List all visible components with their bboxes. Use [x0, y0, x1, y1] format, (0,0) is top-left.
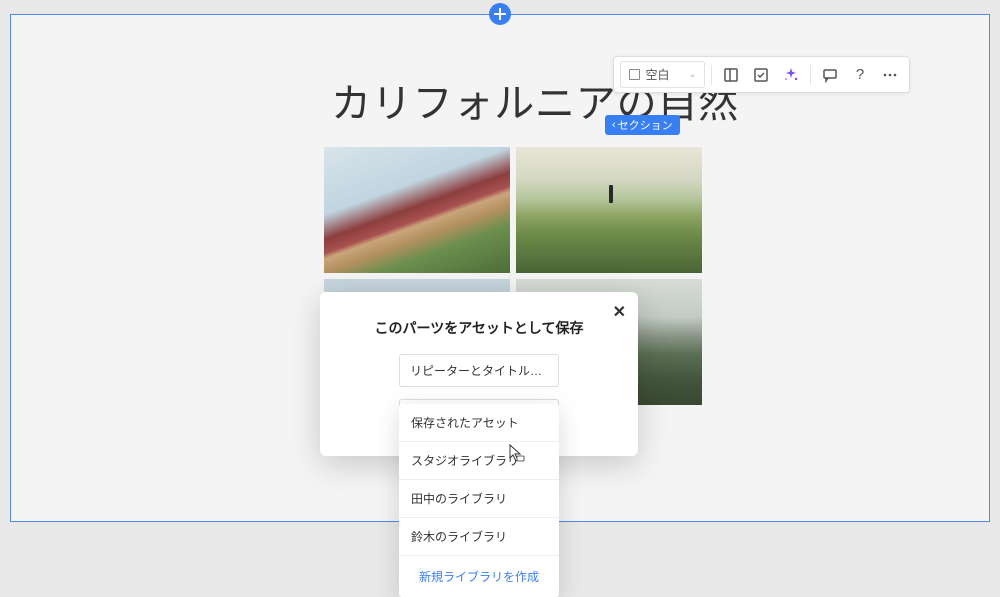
dropdown-item-suzuki-library[interactable]: 鈴木のライブラリ [399, 518, 559, 556]
destination-dropdown: 保存されたアセット スタジオライブラリ 田中のライブラリ 鈴木のライブラリ 新規… [399, 404, 559, 597]
create-new-library-link[interactable]: 新規ライブラリを作成 [399, 556, 559, 597]
dropdown-item-saved-assets[interactable]: 保存されたアセット [399, 404, 559, 442]
dropdown-item-studio-library[interactable]: スタジオライブラリ [399, 442, 559, 480]
dropdown-item-tanaka-library[interactable]: 田中のライブラリ [399, 480, 559, 518]
